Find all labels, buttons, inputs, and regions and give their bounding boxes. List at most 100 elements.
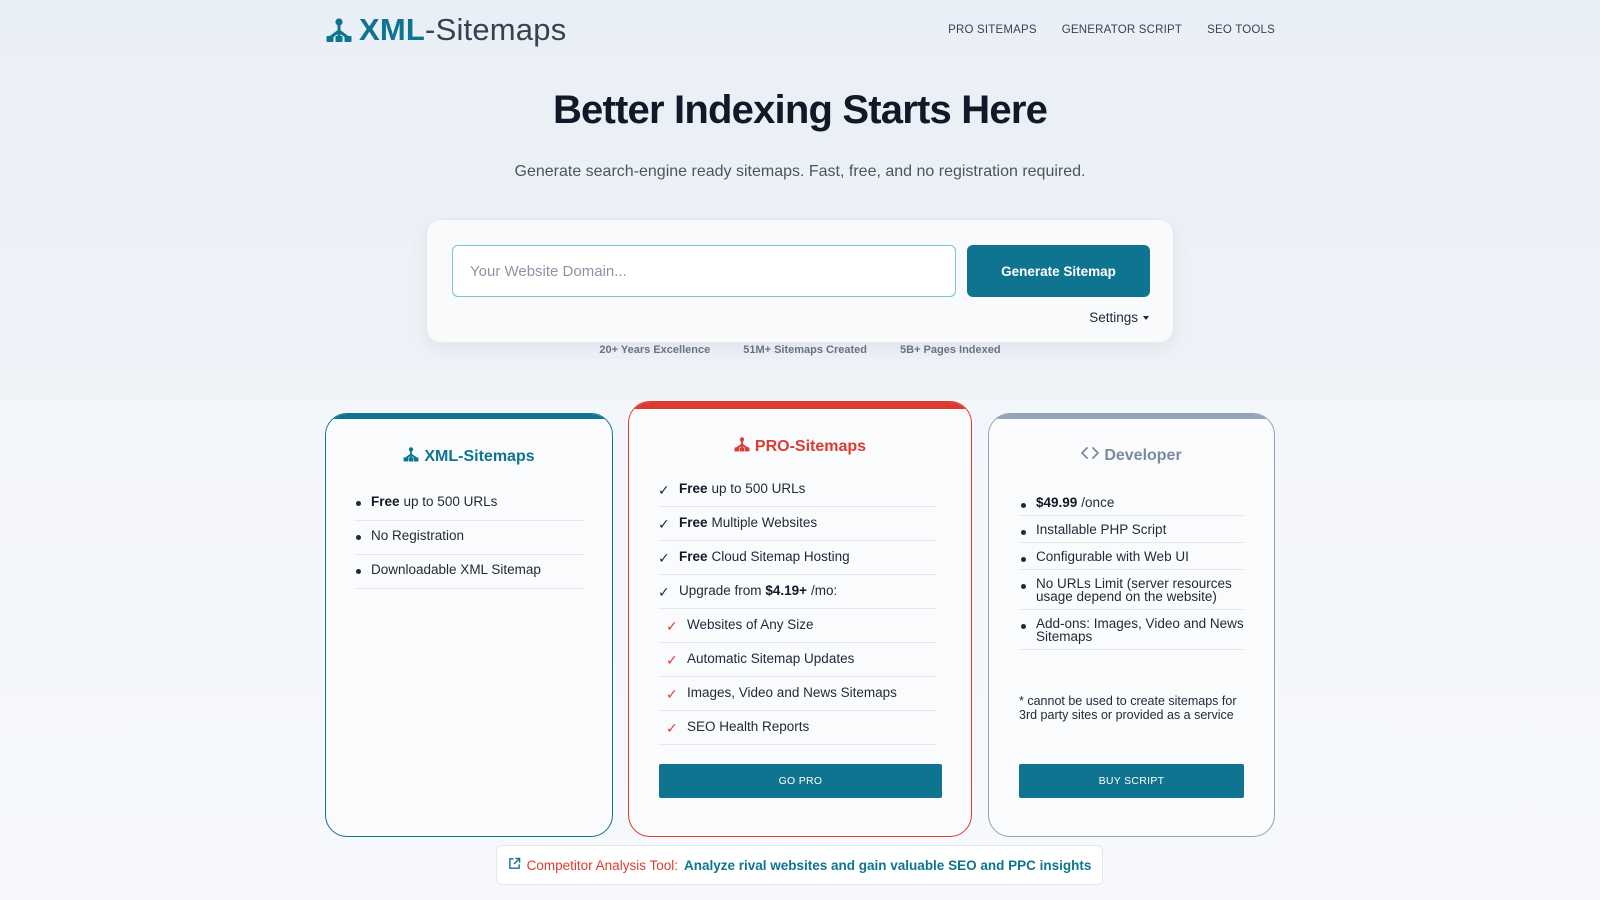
feature-list: Free up to 500 URLs No Registration Downl… (354, 487, 584, 589)
card-accent-bar (629, 402, 971, 409)
plan-title-text: PRO-Sitemaps (754, 437, 867, 455)
stats-row: 20+ Years Excellence 51M+ Sitemaps Creat… (0, 344, 1600, 356)
sitemap-icon (734, 436, 750, 457)
bullet-icon (356, 501, 361, 506)
feature-text: Cloud Sitemap Hosting (711, 549, 850, 564)
go-pro-button[interactable]: GO PRO (659, 764, 942, 798)
feature-bold: $4.19+ (765, 583, 807, 598)
check-icon: ✓ (658, 550, 670, 566)
logo-text: XML-Sitemaps (359, 12, 566, 48)
list-item: Downloadable XML Sitemap (354, 555, 584, 589)
list-item: No URLs Limit (server resources usage de… (1019, 570, 1244, 610)
feature-text: SEO Health Reports (687, 719, 810, 734)
feature-bold: Free (679, 481, 708, 496)
plan-card-developer: Developer $49.99/once Installable PHP Sc… (988, 413, 1275, 837)
feature-list: $49.99/once Installable PHP Script Confi… (1019, 489, 1244, 650)
plan-title: XML-Sitemaps (326, 446, 612, 467)
feature-bold: Free (679, 515, 708, 530)
feature-text: No Registration (371, 528, 465, 543)
list-item: ✓ SEO Health Reports (658, 711, 936, 745)
list-item: ✓ Free Cloud Sitemap Hosting (658, 541, 936, 575)
check-icon: ✓ (666, 720, 678, 736)
list-item: ✓ Upgrade from $4.19+/mo: (658, 575, 936, 609)
check-icon: ✓ (658, 584, 670, 600)
settings-dropdown[interactable]: Settings (1089, 310, 1149, 325)
generator-form: Generate Sitemap Settings (426, 219, 1174, 343)
domain-input[interactable] (452, 245, 956, 297)
list-item: $49.99/once (1019, 489, 1244, 516)
bullet-icon (1021, 624, 1026, 629)
feature-text: up to 500 URLs (711, 481, 806, 496)
sitemap-icon (403, 446, 419, 467)
bullet-icon (1021, 557, 1026, 562)
nav-pro-sitemaps[interactable]: PRO SITEMAPS (948, 24, 1037, 36)
list-item: ✓ Free up to 500 URLs (658, 473, 936, 507)
list-item: ✓ Automatic Sitemap Updates (658, 643, 936, 677)
caret-down-icon (1143, 315, 1149, 320)
bullet-icon (1021, 530, 1026, 535)
page-title: Better Indexing Starts Here (552, 88, 1048, 132)
main-nav: PRO SITEMAPS GENERATOR SCRIPT SEO TOOLS (948, 24, 1275, 36)
check-icon: ✓ (666, 652, 678, 668)
logo-text-rest: -Sitemaps (425, 12, 567, 47)
feature-text: Upgrade from (679, 583, 762, 598)
code-icon (1081, 446, 1100, 465)
check-icon: ✓ (658, 516, 670, 532)
bullet-icon (356, 569, 361, 574)
feature-text: Multiple Websites (711, 515, 818, 530)
nav-seo-tools[interactable]: SEO TOOLS (1207, 24, 1275, 36)
promo-text: Analyze rival websites and gain valuable… (683, 857, 1092, 873)
list-item: Add-ons: Images, Video and News Sitemaps (1019, 610, 1244, 650)
stat-pages: 5B+ Pages Indexed (900, 344, 1001, 356)
list-item: ✓ Images, Video and News Sitemaps (658, 677, 936, 711)
card-accent-bar (326, 414, 612, 419)
feature-text: Downloadable XML Sitemap (371, 562, 541, 577)
plan-title-text: Developer (1104, 446, 1182, 464)
check-icon: ✓ (658, 482, 670, 498)
competitor-analysis-link[interactable]: Competitor Analysis Tool: Analyze rival … (496, 845, 1103, 885)
feature-text: /once (1081, 495, 1115, 510)
feature-text: up to 500 URLs (403, 494, 498, 509)
logo-text-bold: XML (359, 12, 426, 47)
feature-bold: $49.99 (1036, 495, 1078, 510)
list-item: No Registration (354, 521, 584, 555)
list-item: ✓ Websites of Any Size (658, 609, 936, 643)
feature-text: No URLs Limit (server resources usage de… (1036, 576, 1232, 604)
feature-text: Installable PHP Script (1036, 522, 1167, 537)
sitemap-icon (325, 16, 353, 44)
plan-title-text: XML-Sitemaps (424, 447, 535, 465)
bullet-icon (356, 535, 361, 540)
plan-title: Developer (989, 446, 1274, 465)
list-item: ✓ Free Multiple Websites (658, 507, 936, 541)
plan-title: PRO-Sitemaps (629, 436, 971, 457)
list-item: Free up to 500 URLs (354, 487, 584, 521)
feature-text: Automatic Sitemap Updates (687, 651, 855, 666)
bullet-icon (1021, 584, 1026, 589)
site-logo[interactable]: XML-Sitemaps (325, 12, 566, 48)
plan-card-pro: PRO-Sitemaps ✓ Free up to 500 URLs ✓ Free Mu… (628, 401, 972, 837)
bullet-icon (1021, 503, 1026, 508)
site-header: XML-Sitemaps PRO SITEMAPS GENERATOR SCRI… (325, 10, 1275, 50)
buy-script-button[interactable]: BUY SCRIPT (1019, 764, 1244, 798)
check-icon: ✓ (666, 686, 678, 702)
feature-text: /mo: (810, 583, 838, 598)
feature-text: Configurable with Web UI (1036, 549, 1189, 564)
feature-bold: Free (679, 549, 708, 564)
list-item: Configurable with Web UI (1019, 543, 1244, 570)
check-icon: ✓ (666, 618, 678, 634)
external-link-icon (508, 857, 521, 873)
nav-generator-script[interactable]: GENERATOR SCRIPT (1062, 24, 1182, 36)
feature-text: Images, Video and News Sitemaps (687, 685, 897, 700)
promo-label: Competitor Analysis Tool: (526, 857, 678, 873)
license-note: * cannot be used to create sitemaps for … (1019, 694, 1237, 722)
plan-card-free: XML-Sitemaps Free up to 500 URLs No Regis… (325, 413, 613, 837)
generate-sitemap-button[interactable]: Generate Sitemap (967, 245, 1150, 297)
stat-sitemaps: 51M+ Sitemaps Created (743, 344, 868, 356)
settings-label: Settings (1089, 310, 1138, 325)
feature-text: Websites of Any Size (687, 617, 814, 632)
list-item: Installable PHP Script (1019, 516, 1244, 543)
stat-years: 20+ Years Excellence (599, 344, 711, 356)
feature-text: Add-ons: Images, Video and News Sitemaps (1036, 616, 1244, 644)
card-accent-bar (989, 414, 1274, 419)
feature-list: ✓ Free up to 500 URLs ✓ Free Multiple Websit… (658, 473, 936, 745)
